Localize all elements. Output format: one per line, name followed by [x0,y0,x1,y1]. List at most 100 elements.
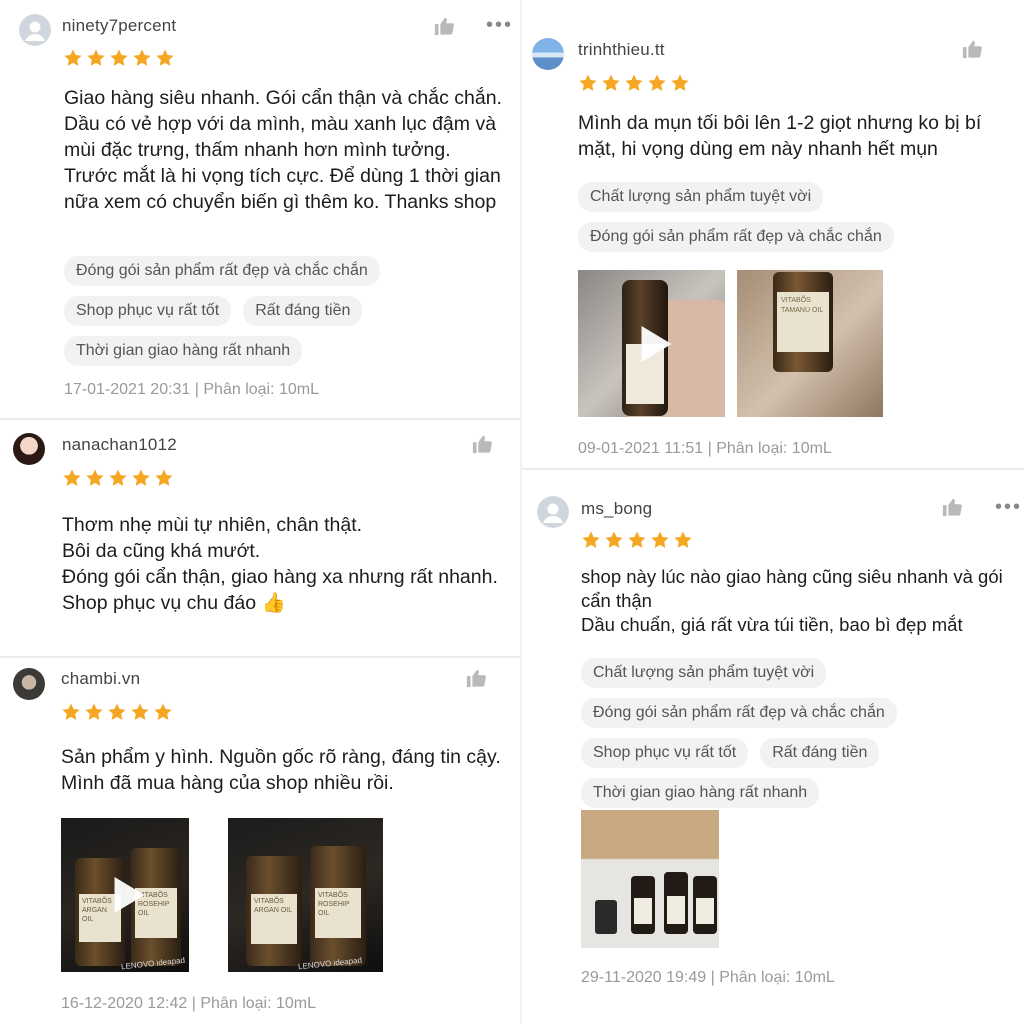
star-icon [155,48,175,68]
bottle-label [667,896,685,924]
star-rating [61,702,173,722]
review-photo[interactable] [581,810,719,948]
username[interactable]: ninety7percent [62,16,176,36]
review-tags: Chất lượng sản phẩm tuyệt vời Đóng gói s… [578,182,1008,252]
brand-label: VITABÕS [318,892,348,899]
review-card: chambi.vn Sản phẩm y hình. Nguồn gốc rõ … [0,658,520,1024]
star-icon [84,702,104,722]
review-video[interactable]: VITABÕS ARGAN OIL VITABÕS ROSEHIP OIL LE… [61,818,189,972]
review-text: Thơm nhẹ mùi tự nhiên, chân thật. Bôi da… [62,512,502,616]
review-tags: Chất lượng sản phẩm tuyệt vời Đóng gói s… [581,658,981,808]
review-photo[interactable]: VITABÕS ARGAN OIL VITABÕS ROSEHIP OIL LE… [228,818,383,972]
text-line: Thơm nhẹ mùi tự nhiên, chân thật. [62,514,363,536]
star-icon [131,468,151,488]
star-icon [86,48,106,68]
review-meta: 16-12-2020 12:42 | Phân loại: 10mL [61,995,317,1012]
review-text: Giao hàng siêu nhanh. Gói cẩn thận và ch… [64,87,502,213]
review-text: shop này lúc nào giao hàng cũng siêu nha… [581,565,1021,637]
star-icon [109,48,129,68]
tag: Chất lượng sản phẩm tuyệt vời [578,182,824,212]
text-line: shop này lúc nào giao hàng cũng siêu nha… [581,566,1003,611]
star-icon [647,73,667,93]
more-options-icon[interactable]: ••• [995,497,1022,517]
brand-label: VITABÕS [254,898,284,905]
oil-label: TAMANU OIL [781,307,824,314]
thumbs-up-icon[interactable] [961,39,983,59]
review-text: Mình da mụn tối bôi lên 1-2 giọt nhưng k… [578,112,982,160]
review-card: ms_bong ••• shop này lúc nào giao hàng c… [522,470,1024,1024]
play-icon[interactable] [641,325,671,362]
tag: Thời gian giao hàng rất nhanh [64,336,303,366]
star-icon [604,530,624,550]
text-line: Bôi da cũng khá mướt. [62,540,261,562]
avatar[interactable] [13,668,45,700]
username[interactable]: ms_bong [581,499,652,519]
tag: Đóng gói sản phẩm rất đẹp và chắc chắn [578,222,894,252]
bottle-label [634,898,652,924]
star-icon [130,702,150,722]
star-icon [673,530,693,550]
review-meta: 09-01-2021 11:51 | Phân loại: 10mL [578,440,832,457]
star-icon [85,468,105,488]
avatar[interactable] [532,38,564,70]
more-options-icon[interactable]: ••• [486,15,513,35]
star-icon [650,530,670,550]
oil-label: ARGAN OIL [82,907,107,923]
dropper-image [595,900,617,934]
thumbs-up-icon[interactable] [465,668,487,688]
username[interactable]: nanachan1012 [62,435,177,455]
left-column: ninety7percent ••• Giao hàng siêu nhanh.… [0,0,520,1024]
avatar[interactable] [19,14,51,46]
star-icon [670,73,690,93]
username[interactable]: chambi.vn [61,669,140,689]
star-icon [601,73,621,93]
star-rating [63,48,175,68]
star-icon [627,530,647,550]
star-icon [132,48,152,68]
thumbs-up-icon[interactable] [433,16,455,36]
star-icon [578,73,598,93]
avatar[interactable] [537,496,569,528]
bottle-label: VITABÕS ROSEHIP OIL [315,888,361,938]
review-tags: Đóng gói sản phẩm rất đẹp và chắc chắn S… [64,256,464,366]
tag: Đóng gói sản phẩm rất đẹp và chắc chắn [581,698,897,728]
star-icon [108,468,128,488]
star-icon [154,468,174,488]
star-icon [153,702,173,722]
bottle-image [664,872,688,934]
bottle-image [693,876,717,934]
brand-label: VITABÕS [82,898,112,905]
play-icon[interactable] [114,877,145,913]
thumbs-up-icon[interactable] [941,497,963,517]
review-meta: 29-11-2020 19:49 | Phân loại: 10mL [581,969,835,986]
tag: Rất đáng tiền [243,296,363,326]
tag: Chất lượng sản phẩm tuyệt vời [581,658,827,688]
text-line: Dầu chuẩn, giá rất vừa túi tiền, bao bì … [581,614,963,635]
avatar[interactable] [13,433,45,465]
username[interactable]: trinhthieu.tt [578,40,665,60]
tag: Rất đáng tiền [760,738,880,768]
tag: Shop phục vụ rất tốt [581,738,749,768]
star-icon [107,702,127,722]
bottle-label: VITABÕS TAMANU OIL [777,292,829,352]
review-video[interactable] [578,270,725,417]
review-card: nanachan1012 Thơm nhẹ mùi tự nhiên, chân… [0,420,520,656]
laptop-label: LENOVO ideapad [297,955,363,972]
star-rating [62,468,174,488]
bottle-label [696,898,714,924]
bottle-label: VITABÕS ARGAN OIL [251,894,297,944]
star-icon [61,702,81,722]
tag: Shop phục vụ rất tốt [64,296,232,326]
tag: Thời gian giao hàng rất nhanh [581,778,820,808]
right-column: trinhthieu.tt Mình da mụn tối bôi lên 1-… [522,0,1024,1024]
star-icon [581,530,601,550]
text-line: Đóng gói cẩn thận, giao hàng xa nhưng rấ… [62,566,498,588]
review-photo[interactable]: VITABÕS TAMANU OIL [737,270,883,417]
thumbs-up-icon[interactable] [471,434,493,454]
star-rating [578,73,690,93]
brand-label: VITABÕS [781,297,811,304]
review-card: ninety7percent ••• Giao hàng siêu nhanh.… [0,0,520,418]
star-icon [63,48,83,68]
review-meta: 17-01-2021 20:31 | Phân loại: 10mL [64,381,320,398]
star-icon [624,73,644,93]
